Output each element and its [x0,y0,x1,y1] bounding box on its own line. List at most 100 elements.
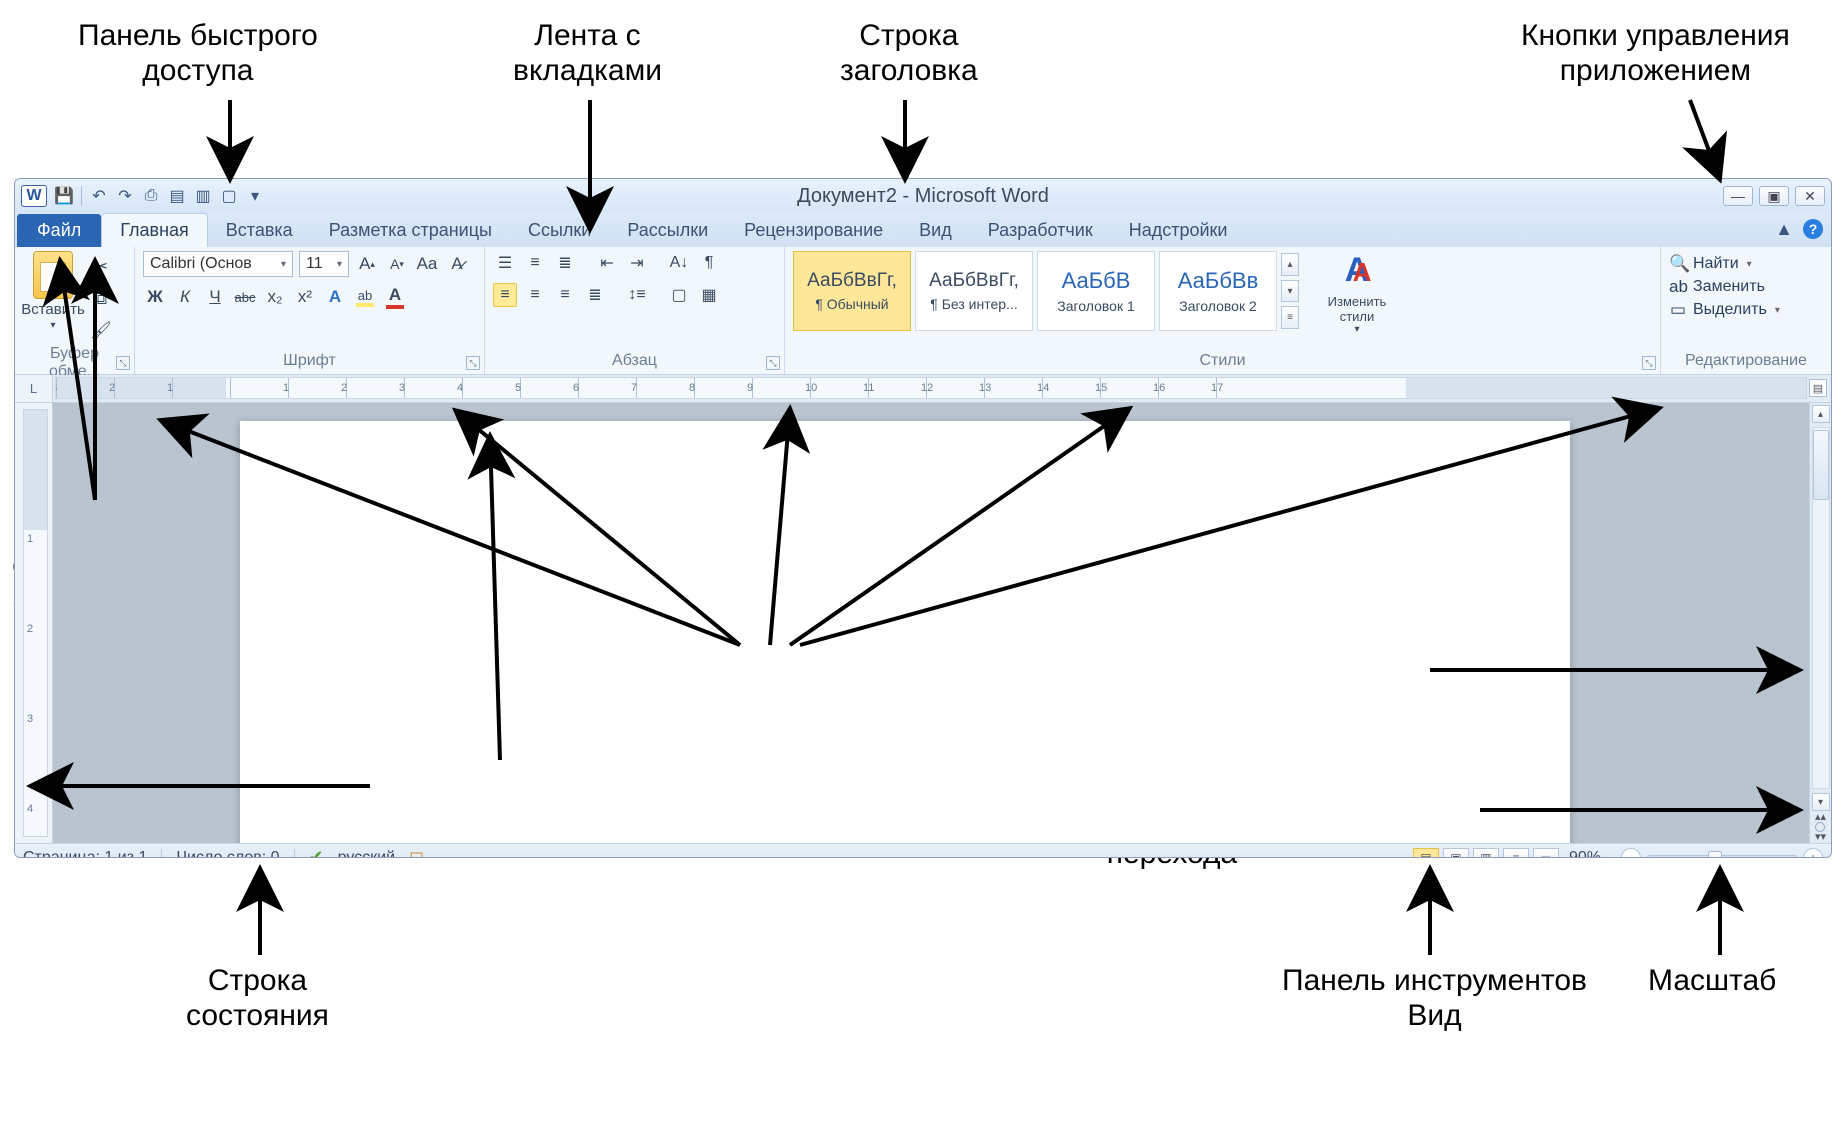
tab-review[interactable]: Рецензирование [726,214,901,247]
scroll-down-button[interactable]: ▾ [1812,793,1830,811]
italic-icon[interactable]: К [173,285,197,309]
qat-icon-3[interactable]: ▥ [192,185,214,207]
tab-file[interactable]: Файл [17,214,101,247]
vertical-ruler[interactable]: 1234 [15,403,53,843]
bold-icon[interactable]: Ж [143,285,167,309]
minimize-button[interactable]: — [1723,186,1753,206]
change-styles-button[interactable]: A Изменить стили ▾ [1317,251,1397,335]
numbering-icon[interactable]: ≡ [523,251,547,275]
select-button[interactable]: ▭Выделить▾ [1669,300,1823,320]
replace-button[interactable]: abЗаменить [1669,277,1823,297]
zoom-track[interactable] [1647,855,1797,859]
style-heading1[interactable]: АаБбВ Заголовок 1 [1037,251,1155,331]
style-heading2[interactable]: АаБбВв Заголовок 2 [1159,251,1277,331]
highlight-icon[interactable]: ab [353,285,377,309]
show-marks-icon[interactable]: ¶ [697,251,721,275]
tab-references[interactable]: Ссылки [510,214,609,247]
scroll-up-button[interactable]: ▴ [1812,405,1830,423]
sort-icon[interactable]: A↓ [667,251,691,275]
status-language[interactable]: русский [338,849,395,859]
callout-titlebar: Строка заголовка [840,19,978,88]
tab-selector[interactable]: L [15,375,53,402]
styles-dialog-launcher[interactable]: ⤡ [1642,356,1656,370]
paste-button[interactable]: Вставить ▾ [23,251,83,331]
strike-icon[interactable]: abc [233,285,257,309]
status-page[interactable]: Страница: 1 из 1 [23,849,147,859]
tab-insert[interactable]: Вставка [208,214,311,247]
zoom-thumb[interactable] [1708,851,1722,859]
format-painter-icon[interactable]: 🖌 [89,319,113,343]
macro-icon[interactable]: ◻ [409,847,424,858]
status-word-count[interactable]: Число слов: 0 [176,849,279,859]
grow-font-icon[interactable]: A▴ [355,252,379,276]
decrease-indent-icon[interactable]: ⇤ [595,251,619,275]
styles-scroll-up[interactable]: ▴ [1281,253,1299,276]
zoom-out-button[interactable]: − [1621,848,1641,859]
help-icon[interactable]: ? [1803,219,1823,239]
document-page[interactable] [240,421,1570,858]
borders-icon[interactable]: ▦ [697,283,721,307]
cut-icon[interactable]: ✂ [89,255,113,279]
align-center-icon[interactable]: ≡ [523,283,547,307]
view-full-screen-icon[interactable]: ▣ [1443,848,1469,859]
bullets-icon[interactable]: ☰ [493,251,517,275]
shrink-font-icon[interactable]: A▾ [385,252,409,276]
change-case-icon[interactable]: Aa [415,252,439,276]
qat-redo-icon[interactable]: ↷ [114,185,136,207]
ribbon-collapse-icon[interactable]: ▲ [1775,219,1793,240]
view-web-icon[interactable]: ▥ [1473,848,1499,859]
scroll-track[interactable] [1812,427,1830,789]
tab-view[interactable]: Вид [901,214,970,247]
qat-undo-icon[interactable]: ↶ [88,185,110,207]
align-right-icon[interactable]: ≡ [553,283,577,307]
scroll-thumb[interactable] [1813,430,1829,500]
line-spacing-icon[interactable]: ↕≡ [625,283,649,307]
font-color-icon[interactable]: A [383,285,407,309]
tab-developer[interactable]: Разработчик [970,214,1111,247]
text-effects-icon[interactable]: A [323,285,347,309]
find-button[interactable]: 🔍Найти▾ [1669,254,1823,274]
view-outline-icon[interactable]: ≡ [1503,848,1529,859]
ruler-toggle-icon[interactable]: ▤ [1809,379,1827,397]
increase-indent-icon[interactable]: ⇥ [625,251,649,275]
qat-icon-4[interactable]: ▢ [218,185,240,207]
tab-mailings[interactable]: Рассылки [609,214,726,247]
prev-object-icon[interactable]: ▴▴ [1815,813,1826,821]
style-no-spacing[interactable]: АаБбВвГг, ¶ Без интер... [915,251,1033,331]
subscript-icon[interactable]: x₂ [263,285,287,309]
align-left-icon[interactable]: ≡ [493,283,517,307]
view-draft-icon[interactable]: ▭ [1533,848,1559,859]
horizontal-ruler[interactable]: 3211234567891011121314151617 [55,377,1807,399]
ribbon: Вставить ▾ ✂ ⧉ 🖌 Буфер обме... ⤡ Calibri… [15,247,1831,375]
superscript-icon[interactable]: x² [293,285,317,309]
next-object-icon[interactable]: ▾▾ [1815,833,1826,841]
zoom-in-button[interactable]: + [1803,848,1823,859]
font-dialog-launcher[interactable]: ⤡ [466,356,480,370]
tab-page-layout[interactable]: Разметка страницы [311,214,510,247]
font-size-combo[interactable]: 11▾ [299,251,349,277]
app-icon[interactable]: W [21,185,47,207]
qat-icon-1[interactable]: ⎙ [140,185,162,207]
clear-format-icon[interactable]: A̷ [445,252,469,276]
tab-home[interactable]: Главная [101,213,208,247]
qat-save-icon[interactable]: 💾 [53,185,75,207]
qat-customize-icon[interactable]: ▾ [244,185,266,207]
maximize-button[interactable]: ▣ [1759,186,1789,206]
proofing-icon[interactable]: ✔ [309,847,324,858]
clipboard-dialog-launcher[interactable]: ⤡ [116,356,130,370]
zoom-percent[interactable]: 90% [1569,849,1601,859]
paragraph-dialog-launcher[interactable]: ⤡ [766,356,780,370]
view-print-layout-icon[interactable]: ▤ [1413,848,1439,859]
tab-addins[interactable]: Надстройки [1111,214,1246,247]
close-button[interactable]: ✕ [1795,186,1825,206]
styles-more[interactable]: ≡ [1281,306,1299,329]
styles-scroll-down[interactable]: ▾ [1281,280,1299,303]
font-name-combo[interactable]: Calibri (Основ▾ [143,251,293,277]
align-justify-icon[interactable]: ≣ [583,283,607,307]
copy-icon[interactable]: ⧉ [89,287,113,311]
shading-icon[interactable]: ▢ [667,283,691,307]
qat-icon-2[interactable]: ▤ [166,185,188,207]
style-normal[interactable]: АаБбВвГг, ¶ Обычный [793,251,911,331]
underline-icon[interactable]: Ч [203,285,227,309]
multilevel-icon[interactable]: ≣ [553,251,577,275]
